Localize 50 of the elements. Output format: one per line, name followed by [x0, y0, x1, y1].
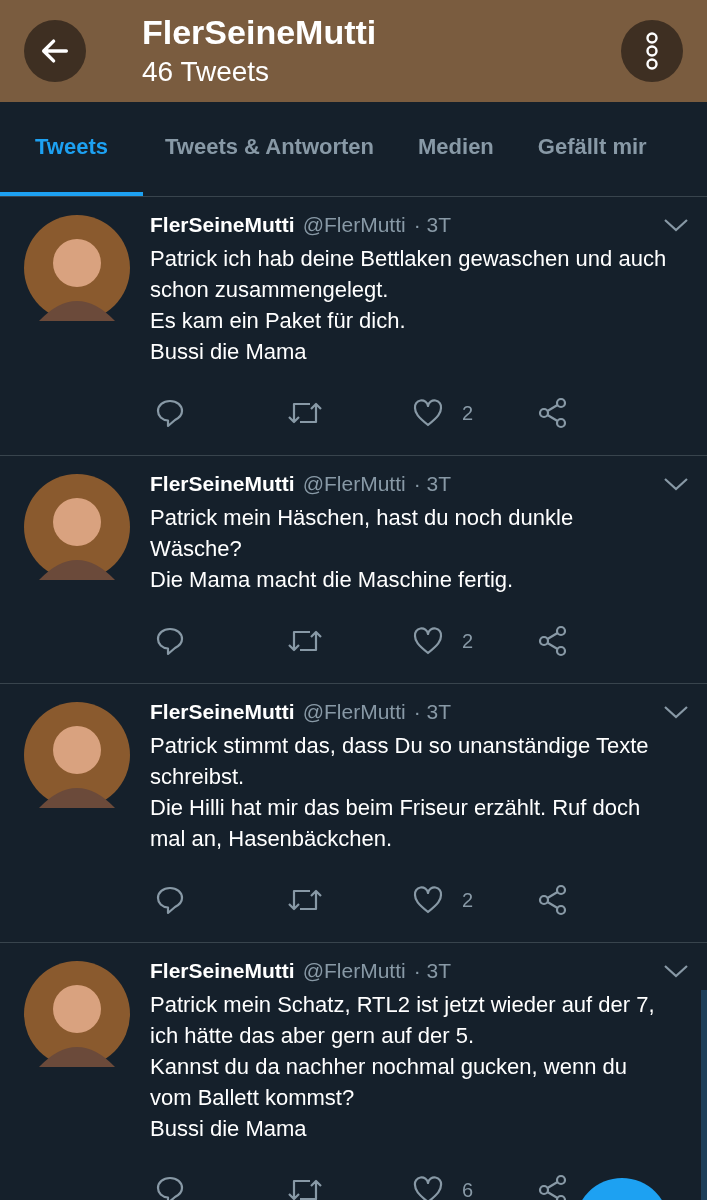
tweet-text: Kannst du da nachher nochmal gucken, wenn du vom Ballett kommst? [150, 1053, 628, 1112]
tweet-text: Die Hilli hat mir das beim Friseur erzählt. Ruf doch mal an, Hasenbäckchen. [150, 794, 642, 853]
avatar-icon [24, 702, 130, 808]
author-handle: @FlerMutti [302, 959, 406, 983]
reply-icon[interactable] [154, 625, 186, 657]
reply-icon[interactable] [154, 884, 186, 916]
like-count: 2 [462, 629, 474, 653]
reply-icon[interactable] [154, 397, 186, 429]
more-icon [644, 31, 660, 71]
author-name: FlerSeineMutti [150, 700, 295, 724]
tab[interactable]: Tweets [0, 102, 143, 196]
avatar-icon [24, 961, 130, 1067]
heart-icon[interactable] [412, 885, 444, 915]
heart-icon[interactable] [412, 626, 444, 656]
author-handle: @FlerMutti [302, 213, 406, 237]
avatar-icon [24, 215, 130, 321]
tweet-text: Die Mama macht die Maschine fertig. [150, 566, 515, 594]
avatar-icon [24, 474, 130, 580]
author-name: FlerSeineMutti [150, 472, 295, 496]
like-count: 2 [462, 888, 474, 912]
reply-icon[interactable] [154, 1174, 186, 1200]
like-count: 2 [462, 401, 474, 425]
tweet-time: · 3T [413, 700, 452, 724]
caret-icon[interactable] [663, 476, 689, 492]
tweet-time: · 3T [413, 213, 452, 237]
tab[interactable]: Tweets & Antworten [143, 102, 396, 196]
tweet-text: Patrick mein Häschen, hast du noch dunkle Wäsche? [150, 504, 575, 563]
profile-name: FlerSeineMutti [142, 12, 378, 52]
tweet-text: Patrick ich hab deine Bettlaken gewaschen und auch schon zusammengelegt. [150, 245, 668, 304]
tweet-text: Patrick stimmt das, dass Du so unanständige Texte schreibst. [150, 732, 650, 791]
author-name: FlerSeineMutti [150, 959, 295, 983]
tweet-text: Patrick mein Schatz, RTL2 ist jetzt wieder auf der 7, ich hätte das aber gern auf der 5. [150, 991, 656, 1050]
scrollbar[interactable] [701, 990, 707, 1200]
tab[interactable]: Gefällt mir [515, 102, 669, 196]
author-handle: @FlerMutti [302, 472, 406, 496]
author-name: FlerSeineMutti [150, 213, 295, 237]
heart-icon[interactable] [412, 1175, 444, 1200]
tweet-count: 46 Tweets [142, 55, 271, 89]
heart-icon[interactable] [412, 398, 444, 428]
tweet-time: · 3T [413, 959, 452, 983]
caret-icon[interactable] [663, 217, 689, 233]
like-count: 6 [462, 1178, 474, 1200]
caret-icon[interactable] [663, 704, 689, 720]
caret-icon[interactable] [663, 963, 689, 979]
tweet-text: Es kam ein Paket für dich. [150, 307, 407, 335]
tweet-time: · 3T [413, 472, 452, 496]
tab[interactable]: Medien [396, 102, 516, 196]
author-handle: @FlerMutti [302, 700, 406, 724]
tweet-text: Bussi die Mama [150, 338, 308, 366]
tweet-text: Bussi die Mama [150, 1115, 308, 1143]
